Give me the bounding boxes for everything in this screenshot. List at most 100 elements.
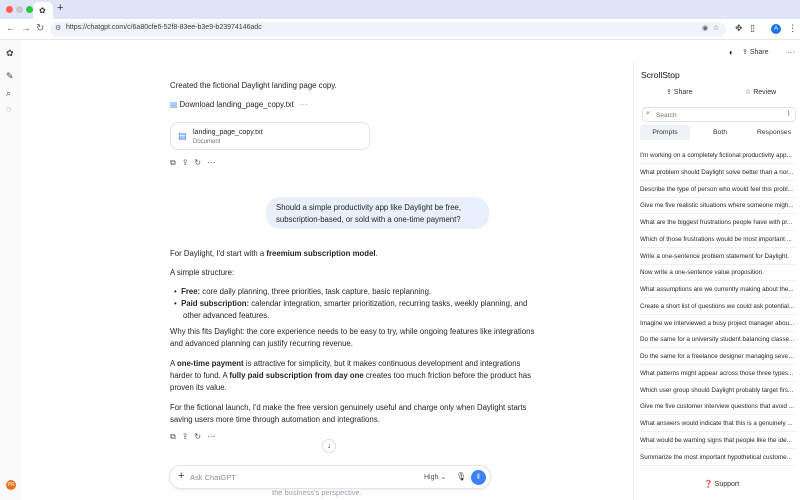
minimize-window-button[interactable] (16, 6, 23, 13)
answer-actions: ⧉⇪↻⋯ (170, 432, 221, 442)
bullet-text: calendar integration, smarter prioritiza… (249, 299, 528, 308)
support-label: Support (714, 481, 740, 488)
chevron-down-icon: ⌄ (440, 474, 447, 481)
attach-plus-icon[interactable]: + (178, 470, 184, 482)
prompt-list-item[interactable]: What are the biggest frustrations people… (640, 215, 795, 231)
file-card[interactable]: ▤ landing_page_copy.txt Document (170, 122, 370, 150)
url-text[interactable]: https://chatgpt.com/c/6a80cfe6-52f8-83ee… (66, 24, 262, 31)
reload-icon[interactable]: ↻ (36, 23, 44, 34)
share-icon: ⇪ (666, 89, 672, 96)
share-icon[interactable]: ⇪ (182, 432, 195, 441)
assistant-intro: Created the fictional Daylight landing p… (170, 81, 337, 90)
answer-text: creates too much friction before the pro… (363, 371, 531, 380)
share-icon[interactable]: ⇪ (182, 158, 195, 167)
new-chat-icon[interactable]: ✎ (6, 71, 14, 82)
scrollstop-review-button[interactable]: ☆ Review (745, 88, 776, 96)
chat-sidebar-rail: ✿ ✎ ⌕ ◌ PR (0, 40, 22, 500)
prompt-list-item[interactable]: Give me five customer interview question… (640, 399, 795, 416)
download-link[interactable]: ▤ Download landing_page_copy.txt ··· (170, 100, 308, 109)
answer-paragraph-3-line-2: and advanced planning can justify recurr… (170, 339, 353, 348)
answer-paragraph-4-line-1: A one-time payment is attractive for sim… (170, 358, 520, 370)
prompt-list-item[interactable]: I'm working on a completely fictional pr… (640, 148, 795, 164)
bullet-paid: • Paid subscription: calendar integratio… (174, 299, 528, 308)
profile-avatar[interactable]: A (771, 24, 781, 34)
more-icon[interactable]: ⋯ (207, 158, 221, 167)
more-icon[interactable]: ⋯ (207, 432, 221, 441)
overflow-text: the business's perspective. (272, 488, 362, 497)
address-bar[interactable]: ⚙ https://chatgpt.com/c/6a80cfe6-52f8-83… (50, 22, 726, 37)
tab-responses[interactable]: Responses (748, 125, 800, 140)
regenerate-icon[interactable]: ↻ (194, 158, 207, 167)
site-settings-icon[interactable]: ⚙ (55, 24, 61, 32)
share-button[interactable]: ⇪ Share (742, 48, 769, 56)
bookmark-star-icon[interactable]: ☆ (713, 24, 719, 32)
prompt-list-item[interactable]: Which of those frustrations would be mos… (640, 232, 795, 248)
prompt-list-item[interactable]: What answers would indicate that this is… (640, 416, 795, 432)
prompt-list-item[interactable]: What assumptions are we currently making… (640, 282, 795, 298)
waveform-icon: ‖ (477, 474, 480, 481)
search-icon: ⌕ (646, 110, 650, 117)
tab-both[interactable]: Both (695, 125, 745, 140)
paperclip-icon[interactable]: ⌇ (787, 110, 790, 118)
more-options-button[interactable]: ··· (787, 48, 795, 57)
answer-bold: freemium subscription model (266, 249, 376, 258)
download-label[interactable]: Download landing_page_copy.txt (180, 100, 294, 109)
scrollstop-search-input[interactable] (656, 110, 776, 120)
prompt-list-item[interactable]: Summarize the most important hypothetica… (640, 450, 795, 466)
scrollstop-tabs: Prompts Both Responses (640, 125, 800, 140)
prompt-list-item[interactable]: Now write a one-sentence value propositi… (640, 265, 795, 282)
reasoning-level-selector[interactable]: High ⌄ (424, 473, 446, 481)
prompt-list-item[interactable]: Imagine we interviewed a busy project ma… (640, 316, 795, 332)
extensions-puzzle-icon[interactable]: ✥ (735, 23, 743, 34)
prompt-list-item[interactable]: Which user group should Daylight probabl… (640, 383, 795, 399)
browser-menu-icon[interactable]: ⋮ (788, 23, 797, 34)
voice-mode-button[interactable]: ‖ (471, 470, 486, 485)
prompt-list-item[interactable]: Create a short list of questions we coul… (640, 299, 795, 315)
prompt-list-item[interactable]: What problem should Daylight solve bette… (640, 165, 795, 181)
bullet-bold: Paid subscription: (181, 299, 250, 308)
close-window-button[interactable] (6, 6, 13, 13)
tab-prompts[interactable]: Prompts (640, 125, 690, 140)
user-message-bubble: Should a simple productivity app like Da… (266, 197, 489, 229)
sidebar-toggle-icon[interactable]: ◐ (729, 48, 734, 57)
answer-paragraph-5-line-2: saving users more time through automatio… (170, 415, 380, 424)
chat-bubble-icon[interactable]: ◌ (6, 104, 11, 114)
prompt-input[interactable] (190, 471, 390, 484)
download-more-icon[interactable]: ··· (300, 100, 308, 109)
star-icon: ☆ (745, 89, 752, 96)
file-name: landing_page_copy.txt (193, 129, 263, 136)
copy-icon[interactable]: ⧉ (170, 158, 182, 167)
browser-toolbar: ← → ↻ ⚙ https://chatgpt.com/c/6a80cfe6-5… (0, 19, 800, 40)
browser-tab[interactable]: ✿ (33, 2, 53, 19)
user-avatar[interactable]: PR (6, 480, 16, 490)
chatgpt-favicon-icon: ✿ (39, 6, 46, 15)
extension-badge-icon[interactable]: ◉ (702, 24, 708, 32)
scroll-down-button[interactable]: ↓ (322, 439, 336, 453)
scrollstop-share-button[interactable]: ⇪ Share (666, 88, 693, 96)
answer-text: harder to fund. A (170, 371, 230, 380)
prompt-list-item[interactable]: Describe the type of person who would fe… (640, 182, 795, 198)
prompt-list-item[interactable]: Write a one-sentence problem statement f… (640, 249, 795, 265)
new-tab-button[interactable]: + (57, 2, 63, 14)
maximize-window-button[interactable] (26, 6, 33, 13)
answer-text: is attractive for simplicity, but it mak… (243, 359, 521, 368)
forward-arrow-icon[interactable]: → (21, 23, 31, 34)
prompt-list-item[interactable]: Do the same for a freelance designer man… (640, 349, 795, 365)
share-label: Share (749, 49, 769, 56)
prompt-list-item[interactable]: What would be warning signs that people … (640, 433, 795, 449)
support-button[interactable]: ❓ Support (704, 480, 739, 488)
copy-icon[interactable]: ⧉ (170, 432, 182, 441)
side-panel-icon[interactable]: ▯ (750, 23, 755, 34)
microphone-icon[interactable]: 🎙 (456, 472, 466, 481)
search-icon[interactable]: ⌕ (6, 88, 11, 99)
bullet-bold: Free: (181, 287, 201, 296)
prompt-list-item[interactable]: What patterns might appear across those … (640, 366, 795, 382)
prompt-list-item[interactable]: Do the same for a university student bal… (640, 332, 795, 349)
answer-text: . (375, 249, 378, 258)
answer-paragraph-3-line-1: Why this fits Daylight: the core experie… (170, 327, 535, 336)
regenerate-icon[interactable]: ↻ (194, 432, 207, 441)
help-icon: ❓ (704, 481, 713, 488)
openai-logo-icon[interactable]: ✿ (6, 48, 14, 59)
prompt-list-item[interactable]: Give me five realistic situations where … (640, 198, 795, 215)
back-arrow-icon[interactable]: ← (6, 23, 16, 34)
